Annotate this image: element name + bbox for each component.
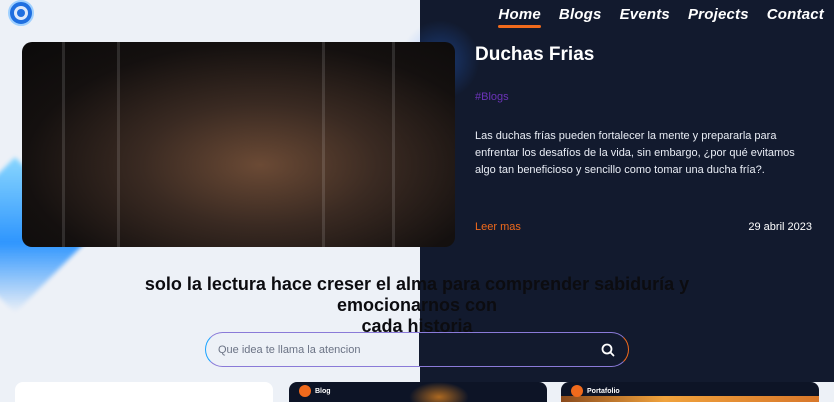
search-icon[interactable] [600,342,616,358]
nav-home[interactable]: Home [498,6,542,28]
nav-contact[interactable]: Contact [767,6,824,23]
water-streak [322,42,325,247]
card-glow [409,382,469,402]
lion-logo-icon[interactable] [8,0,34,26]
nav-projects[interactable]: Projects [688,6,749,23]
post-card[interactable] [15,382,273,402]
blog-card[interactable]: Blog [289,382,547,402]
hero-tag[interactable]: #Blogs [475,91,509,103]
quote-line-1: solo la lectura hace creser el alma para… [144,274,690,315]
portfolio-card[interactable]: Portafolio [561,382,819,402]
hero-title: Duchas Frias [475,44,595,65]
main-nav: Home Blogs Events Projects Contact [498,6,824,28]
nav-events[interactable]: Events [620,6,670,23]
blog-icon [299,385,311,397]
hero-image[interactable] [22,42,455,247]
search-bar [205,332,629,367]
hero-date: 29 abril 2023 [748,221,812,233]
logo-mark [14,6,28,20]
card-label: Portafolio [571,385,620,397]
water-streak [62,42,65,247]
water-streak [392,42,395,247]
nav-blogs[interactable]: Blogs [559,6,602,23]
read-more-link[interactable]: Leer mas [475,221,521,233]
card-label-text: Blog [315,387,331,395]
water-streak [117,42,120,247]
search-input[interactable] [218,341,598,359]
card-label: Blog [299,385,331,397]
reading-quote: solo la lectura hace creser el alma para… [90,274,744,337]
card-label-text: Portafolio [587,387,620,395]
portfolio-icon [571,385,583,397]
hero-description: Las duchas frías pueden fortalecer la me… [475,130,795,176]
